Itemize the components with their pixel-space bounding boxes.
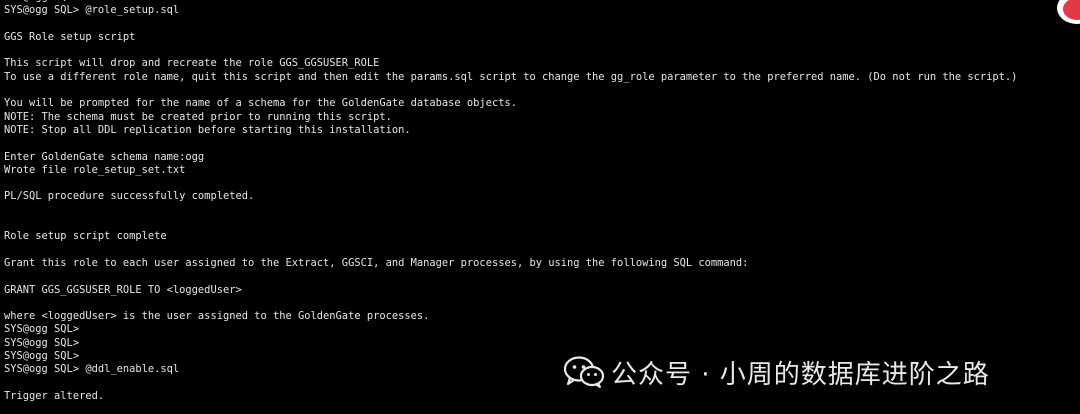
terminal-line: NOTE: Stop all DDL replication before st… <box>4 123 411 136</box>
terminal-line: Wrote file role_setup_set.txt <box>4 163 186 176</box>
watermark: 公众号 · 小周的数据库进阶之路 <box>563 352 990 392</box>
terminal-line: SYS@ogg SQL> <box>4 336 80 349</box>
terminal-line: NOTE: The schema must be created prior t… <box>4 110 392 123</box>
wechat-icon <box>563 356 605 388</box>
terminal-line: SYS@ogg SQL> <box>4 323 80 336</box>
terminal-line: where <loggedUser> is the user assigned … <box>4 310 430 323</box>
terminal-line: You will be prompted for the name of a s… <box>4 97 517 110</box>
terminal-line: GGS Role setup script <box>4 30 136 43</box>
terminal-line: SYS@ogg SQL> @role_setup.sql <box>4 4 180 17</box>
terminal-line: Grant this role to each user assigned to… <box>4 256 749 269</box>
terminal-line: Enter GoldenGate schema name:ogg <box>4 150 205 163</box>
terminal-line: GRANT GGS_GGSUSER_ROLE TO <loggedUser> <box>4 283 242 296</box>
terminal-output: SYS@ogg SQL> SYS@ogg SQL> @role_setup.sql… <box>4 0 1017 403</box>
terminal-line: PL/SQL procedure successfully completed. <box>4 190 255 203</box>
terminal-line: This script will drop and recreate the r… <box>4 57 380 70</box>
terminal-line: To use a different role name, quit this … <box>4 70 1018 83</box>
avatar-accent <box>1063 0 1080 20</box>
terminal-line: Role setup script complete <box>4 230 167 243</box>
watermark-text: 公众号 · 小周的数据库进阶之路 <box>611 359 990 390</box>
